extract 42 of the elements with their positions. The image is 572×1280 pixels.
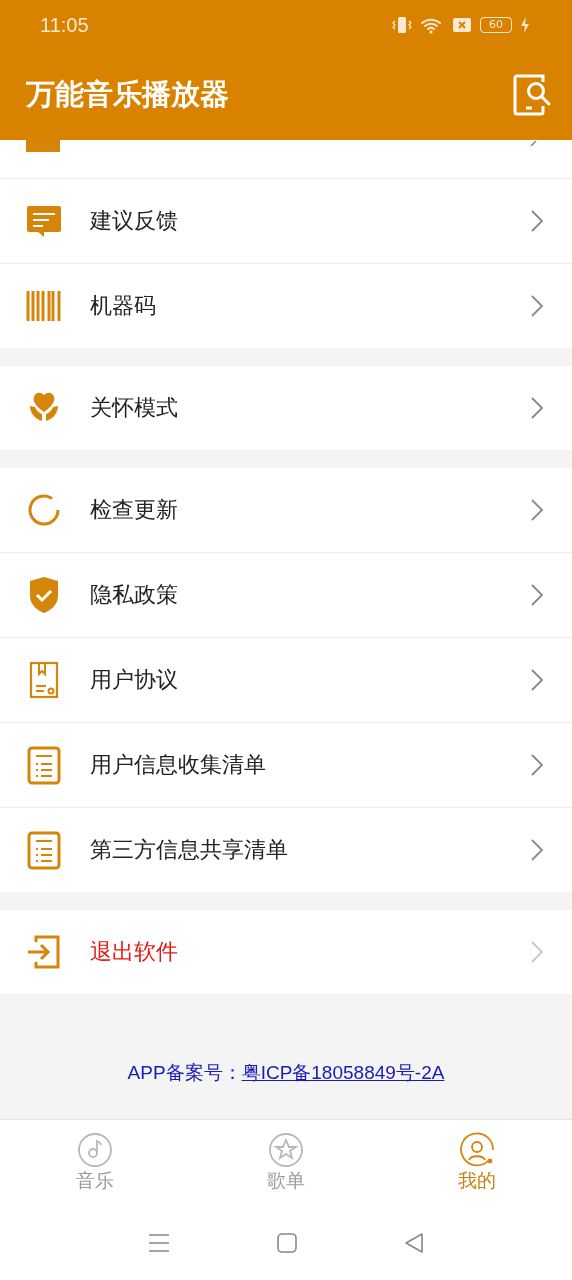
no-sim-icon [452, 17, 472, 33]
item-label: 用户协议 [90, 666, 179, 694]
chevron-icon [530, 940, 544, 964]
item-label: 用户信息收集清单 [90, 751, 267, 779]
item-label: 隐私政策 [90, 581, 179, 609]
wifi-icon [420, 16, 444, 34]
chevron-icon [530, 838, 544, 862]
menu-icon[interactable] [148, 1233, 171, 1253]
list-item[interactable]: 退出软件 [0, 910, 572, 994]
list-item[interactable]: 隐私政策 [0, 553, 572, 638]
item-label: 退出软件 [90, 938, 179, 966]
search-icon[interactable] [512, 74, 552, 116]
user-icon [458, 1132, 495, 1168]
battery-indicator: 60 [480, 17, 512, 33]
vibrate-icon [392, 16, 412, 34]
item-label: 关怀模式 [90, 394, 179, 422]
back-icon[interactable] [403, 1232, 424, 1254]
chevron-icon [530, 498, 544, 522]
chevron-icon [530, 294, 544, 318]
item-label: 第三方信息共享清单 [90, 836, 289, 864]
chevron-icon [530, 209, 544, 233]
record-link[interactable]: 粤ICP备18058849号-2A [241, 1062, 445, 1083]
list-item[interactable]: 建议反馈 [0, 179, 572, 264]
charging-icon [520, 17, 530, 33]
item-label: 检查更新 [90, 496, 179, 524]
list-item[interactable]: 机器码 [0, 264, 572, 348]
list-item[interactable]: 关怀模式 [0, 366, 572, 450]
list-item[interactable]: 用户协议 [0, 638, 572, 723]
music-disc-icon [77, 1132, 114, 1168]
list-item[interactable]: 用户信息收集清单 [0, 723, 572, 808]
chevron-icon [530, 583, 544, 607]
status-time: 11:05 [40, 13, 89, 37]
item-label: 建议反馈 [90, 207, 179, 235]
list-item[interactable]: 第三方信息共享清单 [0, 808, 572, 892]
chevron-icon [530, 668, 544, 692]
chevron-icon [530, 753, 544, 777]
list-item[interactable]: 检查更新 [0, 468, 572, 553]
home-icon[interactable] [277, 1233, 297, 1253]
item-label: 机器码 [90, 292, 157, 320]
chevron-icon [530, 396, 544, 420]
app-title: 万能音乐播放器 [26, 76, 229, 113]
record-label: APP备案号： [127, 1062, 242, 1083]
